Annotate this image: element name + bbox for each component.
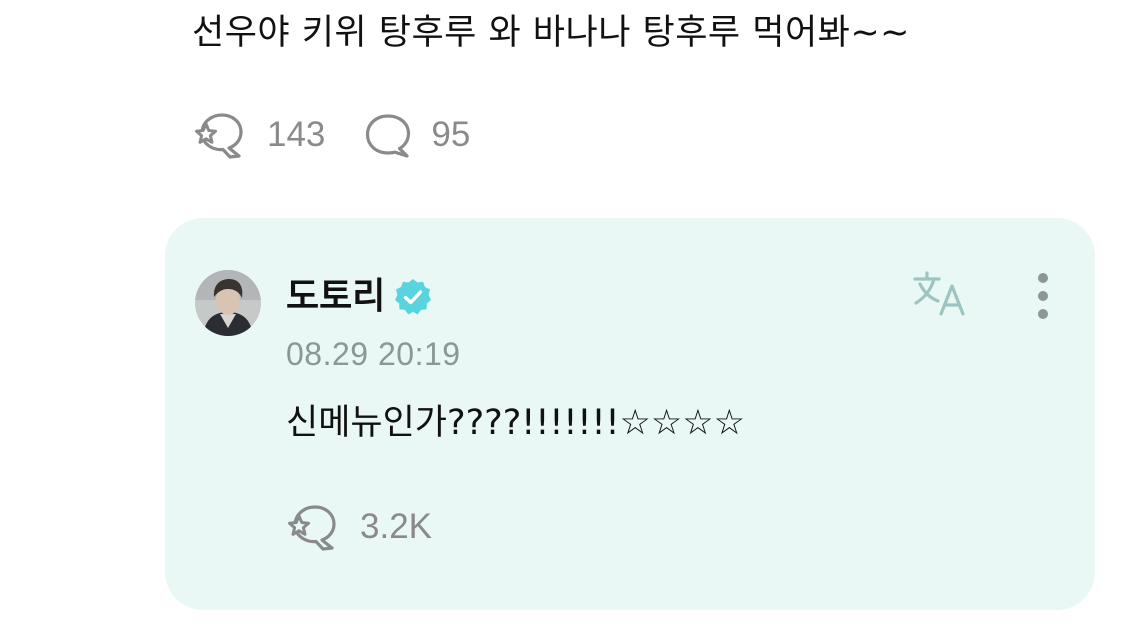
post-actions: 143 95 <box>193 108 470 162</box>
star-bubble-like-icon <box>286 500 340 554</box>
verified-badge-icon <box>393 277 433 317</box>
post-comment-button[interactable]: 95 <box>361 108 470 162</box>
reply-like-count: 3.2K <box>360 507 432 546</box>
reply-text: 신메뉴인가????!!!!!!!☆☆☆☆ <box>286 403 746 443</box>
reply-like-button[interactable]: 3.2K <box>286 500 432 554</box>
speech-bubble-icon <box>361 108 415 162</box>
post-text: 선우야 키위 탕후루 와 바나나 탕후루 먹어봐~~ <box>192 13 911 53</box>
author-name[interactable]: 도토리 <box>286 274 385 320</box>
star-bubble-like-icon <box>193 108 247 162</box>
reply-actions: 3.2K <box>286 500 432 554</box>
translate-icon <box>911 270 973 322</box>
more-options-button[interactable] <box>1023 272 1063 324</box>
post-like-count: 143 <box>267 115 326 154</box>
reply-author: 도토리 <box>286 274 433 320</box>
vertical-dots-more-icon <box>1036 271 1050 325</box>
translate-button[interactable] <box>909 268 975 324</box>
post-like-button[interactable]: 143 <box>193 108 325 162</box>
avatar[interactable] <box>195 270 261 336</box>
reply-card: 도토리 08.29 20:19 신메뉴인가????!!!!!!!☆☆☆☆ 3.2… <box>165 218 1095 610</box>
post-comment-count: 95 <box>431 115 471 154</box>
reply-timestamp: 08.29 20:19 <box>286 336 461 372</box>
